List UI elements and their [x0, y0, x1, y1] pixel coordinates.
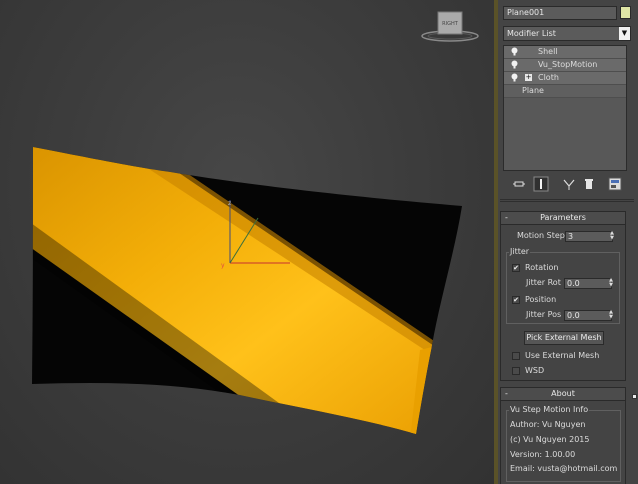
about-rollout-header[interactable]: - About: [501, 388, 625, 401]
expand-plus-icon[interactable]: +: [525, 74, 532, 81]
separator-line: [500, 199, 634, 200]
position-label: Position: [525, 295, 557, 304]
wsd-label: WSD: [525, 366, 545, 375]
stack-item-plane[interactable]: Plane: [504, 85, 626, 98]
panel-scroll-marker[interactable]: [632, 394, 637, 399]
configure-sets-icon[interactable]: [607, 176, 623, 192]
about-group-label: Vu Step Motion Info: [509, 405, 590, 414]
jitter-rot-label: Jitter Rot: [526, 278, 561, 287]
make-unique-icon[interactable]: [561, 176, 577, 192]
object-name-field[interactable]: Plane001: [503, 6, 617, 20]
about-copyright: (c) Vu Nguyen 2015: [510, 435, 590, 444]
stack-item-label: Shell: [538, 47, 558, 56]
cloth-scene: z y: [32, 147, 462, 434]
lightbulb-icon[interactable]: [510, 73, 519, 82]
check-mark-icon: ✔: [513, 264, 519, 272]
stack-item-label: Plane: [522, 86, 544, 95]
separator-line: [500, 201, 634, 202]
pin-stack-icon[interactable]: [511, 176, 527, 192]
chevron-down-icon[interactable]: ▼: [619, 27, 630, 40]
about-author: Author: Vu Nguyen: [510, 420, 586, 429]
axis-z-label: z: [228, 200, 231, 207]
parameters-title: Parameters: [540, 213, 586, 222]
check-mark-icon: ✔: [513, 296, 519, 304]
command-panel: Plane001 Modifier List ▼ Shell Vu_StopMo…: [498, 0, 638, 484]
motion-step-label: Motion Step: [517, 231, 565, 240]
stack-item-shell[interactable]: Shell: [504, 46, 626, 59]
jitter-pos-spinner[interactable]: 0.0: [564, 310, 612, 321]
about-version: Version: 1.00.00: [510, 450, 576, 459]
position-checkbox[interactable]: ✔: [512, 296, 520, 304]
perspective-viewport[interactable]: z y RIGHT: [0, 0, 494, 484]
spinner-arrows-icon[interactable]: ▲ ▼: [608, 231, 616, 242]
lightbulb-icon[interactable]: [510, 60, 519, 69]
stack-item-cloth[interactable]: + Cloth: [504, 72, 626, 85]
viewcube[interactable]: RIGHT: [420, 8, 480, 46]
cloth-mesh: [32, 147, 462, 434]
wsd-checkbox[interactable]: [512, 367, 520, 375]
stack-item-label: Cloth: [538, 73, 559, 82]
spinner-arrows-icon[interactable]: ▲ ▼: [607, 310, 615, 321]
jitter-rot-spinner[interactable]: 0.0: [564, 278, 612, 289]
remove-modifier-icon[interactable]: [581, 176, 597, 192]
parameters-rollout: - Parameters Motion Step 3 ▲ ▼ Jitter ✔ R…: [500, 211, 626, 381]
use-external-mesh-checkbox[interactable]: [512, 352, 520, 360]
stack-item-label: Vu_StopMotion: [538, 60, 598, 69]
object-color-swatch[interactable]: [620, 6, 631, 19]
use-external-mesh-label: Use External Mesh: [525, 351, 600, 360]
modifier-stack-toolbar: [503, 176, 627, 192]
about-rollout: - About Vu Step Motion Info Author: Vu N…: [500, 387, 626, 484]
collapse-icon[interactable]: -: [505, 212, 508, 224]
show-end-result-icon[interactable]: [533, 176, 549, 192]
collapse-icon[interactable]: -: [505, 388, 508, 400]
pick-external-mesh-button[interactable]: Pick External Mesh: [524, 331, 604, 345]
modifier-list-label: Modifier List: [507, 29, 556, 38]
rotation-label: Rotation: [525, 263, 559, 272]
about-email: Email: vusta@hotmail.com: [510, 464, 618, 473]
lightbulb-icon[interactable]: [510, 47, 519, 56]
modifier-stack[interactable]: Shell Vu_StopMotion + Cloth Plane: [503, 45, 627, 171]
about-title: About: [551, 389, 575, 398]
modifier-list-dropdown[interactable]: Modifier List ▼: [503, 26, 631, 41]
motion-step-spinner[interactable]: 3: [565, 231, 613, 242]
spinner-arrows-icon[interactable]: ▲ ▼: [607, 278, 615, 289]
stack-item-vu-stopmotion[interactable]: Vu_StopMotion: [504, 59, 626, 72]
jitter-pos-label: Jitter Pos: [526, 310, 562, 319]
parameters-rollout-header[interactable]: - Parameters: [501, 212, 625, 225]
viewcube-face-label: RIGHT: [442, 21, 459, 27]
jitter-group-label: Jitter: [509, 247, 531, 256]
rotation-checkbox[interactable]: ✔: [512, 264, 520, 272]
axis-y-label: y: [221, 262, 225, 269]
